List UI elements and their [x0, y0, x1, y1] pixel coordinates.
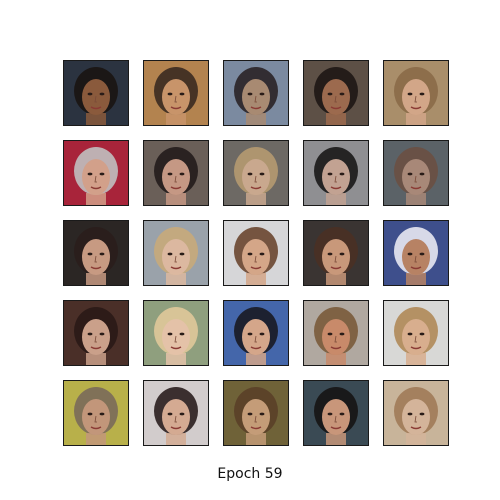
sample-image: [383, 380, 449, 446]
sample-image: [383, 60, 449, 126]
sample-image: [303, 220, 369, 286]
sample-image: [223, 220, 289, 286]
sample-image: [143, 300, 209, 366]
epoch-caption: Epoch 59: [217, 466, 283, 482]
sample-image: [63, 220, 129, 286]
sample-image: [143, 380, 209, 446]
sample-image: [383, 220, 449, 286]
sample-image: [303, 60, 369, 126]
sample-grid-figure: Epoch 59: [0, 0, 500, 500]
sample-image: [303, 300, 369, 366]
sample-image: [223, 140, 289, 206]
sample-image: [63, 300, 129, 366]
sample-image: [143, 220, 209, 286]
sample-image: [303, 140, 369, 206]
sample-image: [63, 60, 129, 126]
sample-image: [63, 380, 129, 446]
sample-image: [303, 380, 369, 446]
sample-image: [143, 60, 209, 126]
sample-image: [143, 140, 209, 206]
sample-image: [223, 300, 289, 366]
sample-image: [383, 140, 449, 206]
sample-image: [383, 300, 449, 366]
sample-image: [223, 380, 289, 446]
sample-image: [63, 140, 129, 206]
sample-image: [223, 60, 289, 126]
